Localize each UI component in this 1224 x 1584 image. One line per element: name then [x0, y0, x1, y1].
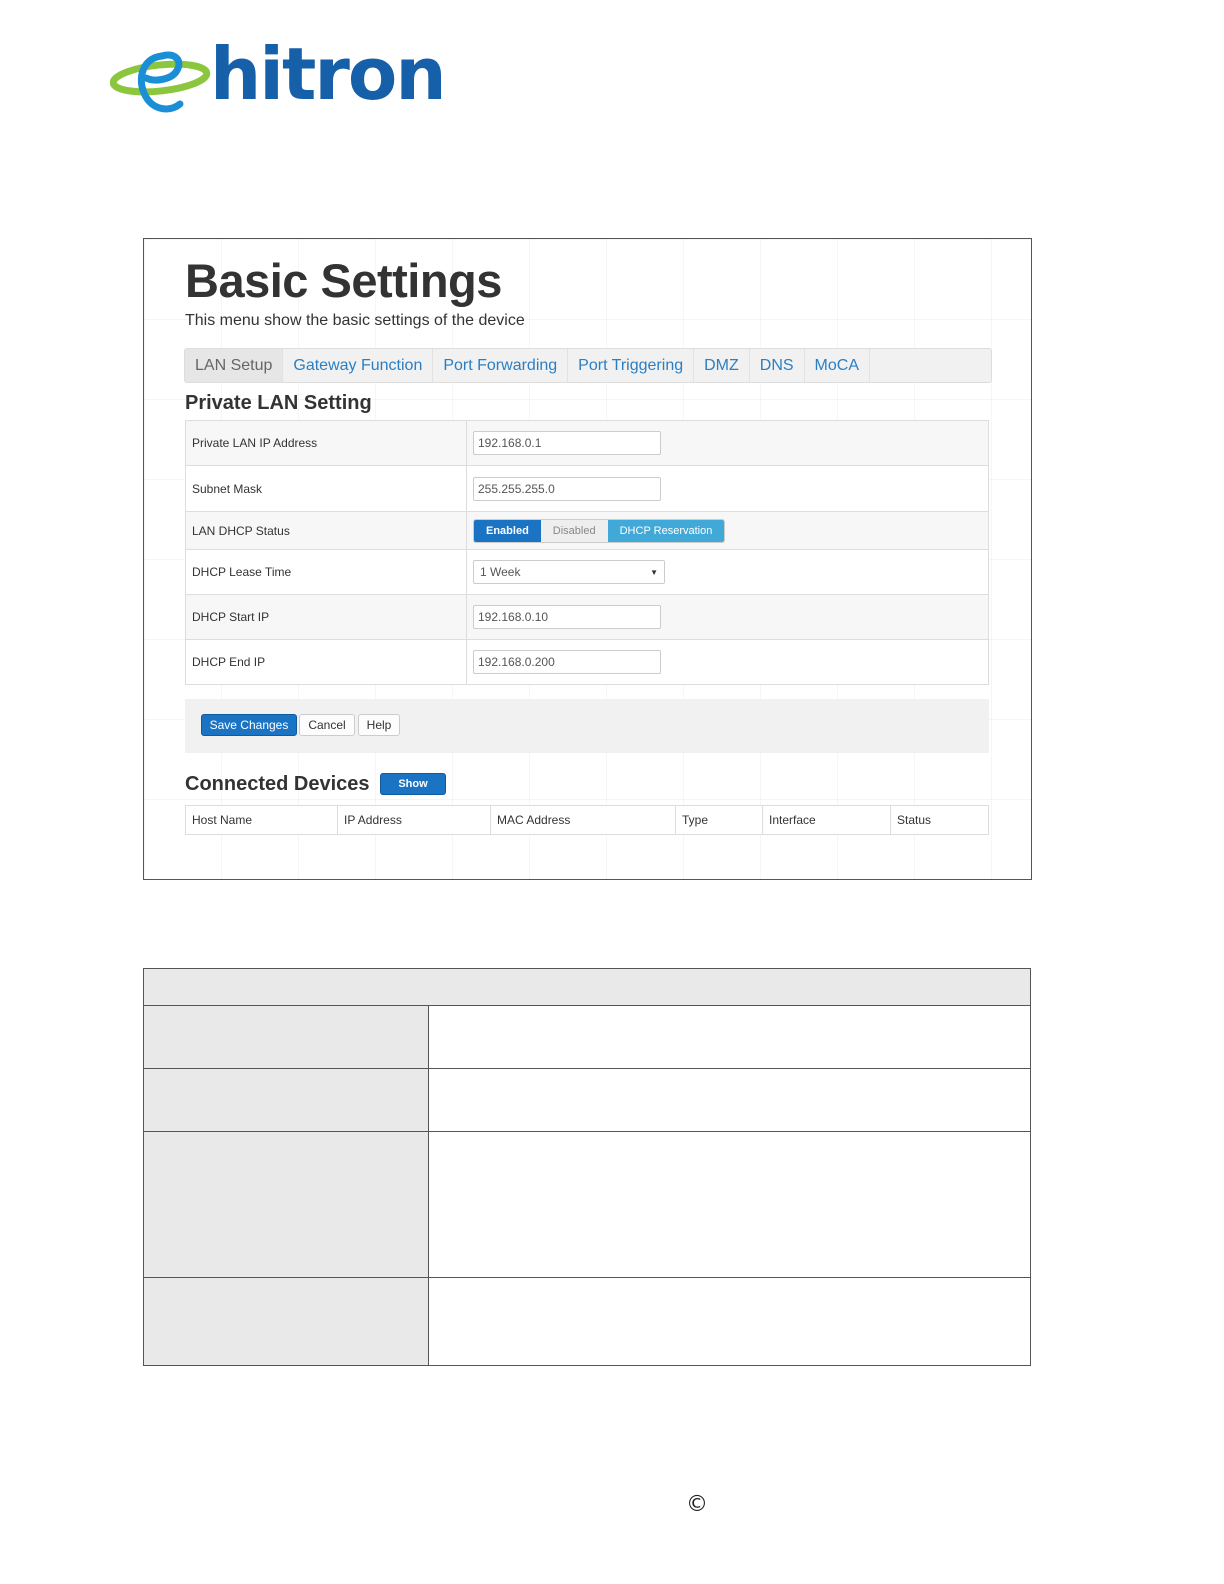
tab-moca[interactable]: MoCA — [805, 349, 870, 382]
table-row: Private LAN IP Address — [185, 420, 989, 466]
start-ip-input[interactable] — [473, 605, 661, 629]
table-row — [143, 1277, 1031, 1366]
description-cell — [428, 1277, 1031, 1366]
column-host-name[interactable]: Host Name — [185, 805, 338, 835]
table-row — [143, 1005, 1031, 1069]
hitron-orbit-e-icon — [110, 51, 211, 113]
table-row — [143, 1068, 1031, 1132]
connected-devices-table: Host Name IP Address MAC Address Type In… — [185, 805, 989, 835]
dhcp-enabled-button[interactable]: Enabled — [474, 519, 541, 542]
end-ip-input[interactable] — [473, 650, 661, 674]
tab-port-triggering[interactable]: Port Triggering — [568, 349, 695, 382]
subnet-mask-label: Subnet Mask — [185, 465, 467, 512]
label-cell — [143, 1131, 429, 1278]
field-description-table — [143, 968, 1031, 1366]
copyright-symbol: © — [686, 1492, 708, 1517]
end-ip-label: DHCP End IP — [185, 639, 467, 685]
logo-wordmark: hitron — [210, 32, 447, 116]
save-changes-button[interactable]: Save Changes — [201, 714, 297, 736]
tab-dmz[interactable]: DMZ — [694, 349, 750, 382]
table-header-row — [143, 968, 1031, 1006]
tab-lan-setup[interactable]: LAN Setup — [185, 349, 284, 382]
start-ip-cell — [466, 594, 989, 640]
action-bar: Save Changes Cancel Help — [185, 699, 989, 753]
lease-time-cell: 1 Week ▼ — [466, 549, 989, 595]
table-row: Subnet Mask — [185, 465, 989, 512]
table-row: LAN DHCP Status Enabled Disabled DHCP Re… — [185, 511, 989, 550]
settings-tabs: LAN Setup Gateway Function Port Forwardi… — [184, 348, 992, 383]
label-cell — [143, 1277, 429, 1366]
table-row: DHCP End IP — [185, 639, 989, 685]
table-row: DHCP Lease Time 1 Week ▼ — [185, 549, 989, 595]
ip-address-cell — [466, 420, 989, 466]
table-row — [143, 1131, 1031, 1278]
private-lan-heading: Private LAN Setting — [185, 392, 372, 414]
cancel-button[interactable]: Cancel — [299, 714, 355, 736]
table-row: DHCP Start IP — [185, 594, 989, 640]
column-type[interactable]: Type — [675, 805, 763, 835]
page-title: Basic Settings — [185, 254, 502, 307]
hitron-logo: hitron — [110, 38, 447, 124]
subnet-mask-input[interactable] — [473, 476, 661, 501]
connected-devices-heading: Connected Devices — [185, 773, 370, 795]
column-status[interactable]: Status — [890, 805, 989, 835]
dhcp-status-cell: Enabled Disabled DHCP Reservation — [466, 511, 989, 550]
tab-port-forwarding[interactable]: Port Forwarding — [433, 349, 569, 382]
table-header-row: Host Name IP Address MAC Address Type In… — [185, 805, 989, 835]
ip-address-input[interactable] — [473, 431, 661, 455]
column-ip-address[interactable]: IP Address — [337, 805, 491, 835]
show-devices-button[interactable]: Show — [380, 773, 446, 795]
dhcp-reservation-button[interactable]: DHCP Reservation — [607, 519, 725, 542]
table-header-cell — [143, 968, 1031, 1006]
label-cell — [143, 1068, 429, 1132]
description-cell — [428, 1068, 1031, 1132]
start-ip-label: DHCP Start IP — [185, 594, 467, 640]
tab-dns[interactable]: DNS — [750, 349, 805, 382]
subnet-mask-cell — [466, 465, 989, 512]
lease-time-value: 1 Week — [480, 565, 521, 579]
lease-time-select[interactable]: 1 Week ▼ — [473, 560, 665, 584]
private-lan-table: Private LAN IP Address Subnet Mask LAN D… — [185, 420, 989, 685]
caret-down-icon: ▼ — [650, 567, 658, 577]
dhcp-status-label: LAN DHCP Status — [185, 511, 467, 550]
description-cell — [428, 1131, 1031, 1278]
description-cell — [428, 1005, 1031, 1069]
lease-time-label: DHCP Lease Time — [185, 549, 467, 595]
help-button[interactable]: Help — [358, 714, 400, 736]
column-interface[interactable]: Interface — [762, 805, 891, 835]
ip-address-label: Private LAN IP Address — [185, 420, 467, 466]
end-ip-cell — [466, 639, 989, 685]
column-mac-address[interactable]: MAC Address — [490, 805, 676, 835]
tab-gateway-function[interactable]: Gateway Function — [283, 349, 434, 382]
page-subtitle: This menu show the basic settings of the… — [185, 312, 525, 329]
dhcp-status-toggle: Enabled Disabled DHCP Reservation — [473, 518, 726, 543]
dhcp-disabled-button[interactable]: Disabled — [540, 519, 608, 542]
label-cell — [143, 1005, 429, 1069]
router-screenshot: Basic Settings This menu show the basic … — [143, 238, 1032, 880]
